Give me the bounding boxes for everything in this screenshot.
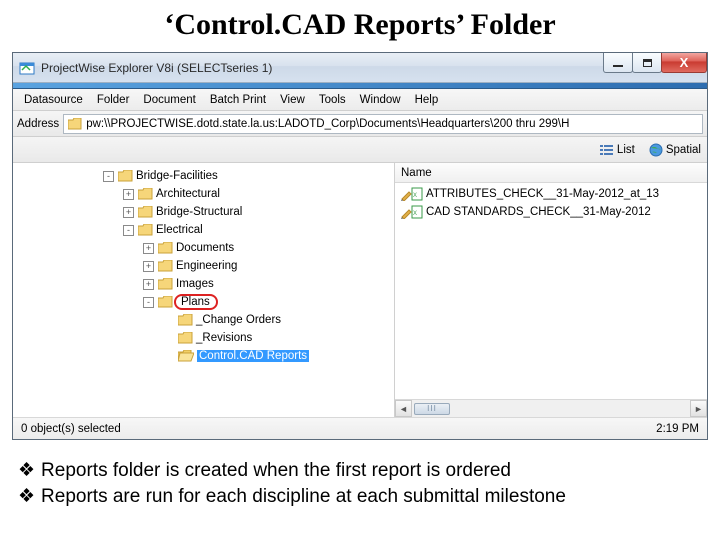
expander-icon[interactable]: + [143,243,154,254]
folder-icon [118,170,133,182]
file-icon: X [401,205,423,219]
file-list[interactable]: X ATTRIBUTES_CHECK__31-May-2012_at_13 X … [395,183,707,399]
tree-item-electrical[interactable]: Electrical [156,224,203,236]
expander-icon[interactable]: + [143,261,154,272]
tree-item-controlcad-reports[interactable]: Control.CAD Reports [197,350,309,362]
close-button[interactable]: X [661,53,707,73]
list-view-label: List [617,144,635,156]
app-window: ProjectWise Explorer V8i (SELECTseries 1… [12,52,708,440]
address-text: pw:\\PROJECTWISE.dotd.state.la.us:LADOTD… [86,118,569,130]
folder-icon [158,260,173,272]
menu-window[interactable]: Window [353,92,408,108]
tree-item-bridge-structural[interactable]: Bridge-Structural [156,206,242,218]
address-label: Address [17,118,59,130]
view-toolbar: List Spatial [13,137,707,163]
titlebar: ProjectWise Explorer V8i (SELECTseries 1… [13,53,707,83]
window-title: ProjectWise Explorer V8i (SELECTseries 1… [41,61,604,75]
status-text: 0 object(s) selected [21,423,121,435]
spatial-view-label: Spatial [666,144,701,156]
list-icon [600,144,614,156]
menubar: Datasource Folder Document Batch Print V… [13,89,707,111]
scroll-left-button[interactable]: ◄ [395,400,412,417]
app-icon [19,60,35,76]
list-item[interactable]: X CAD STANDARDS_CHECK__31-May-2012 [395,203,707,221]
list-item[interactable]: X ATTRIBUTES_CHECK__31-May-2012_at_13 [395,185,707,203]
file-name: CAD STANDARDS_CHECK__31-May-2012 [426,206,651,218]
folder-icon [138,188,153,200]
status-bar: 0 object(s) selected 2:19 PM [13,417,707,439]
expander-icon[interactable]: - [123,225,134,236]
folder-icon [158,296,173,308]
annotation-circle: Plans [174,294,218,310]
file-name: ATTRIBUTES_CHECK__31-May-2012_at_13 [426,188,659,200]
tree-item-revisions[interactable]: _Revisions [196,332,252,344]
folder-tree[interactable]: - Bridge-Facilities + Architectural + Bridg… [13,163,395,417]
expander-icon[interactable]: + [123,207,134,218]
tree-item-architectural[interactable]: Architectural [156,188,220,200]
slide-bullets: ❖Reports folder is created when the firs… [12,440,708,509]
file-icon: X [401,187,423,201]
bullet-icon: ❖ [18,458,35,484]
tree-item-bridge-facilities[interactable]: Bridge-Facilities [136,170,218,182]
folder-open-icon [178,350,194,362]
tree-leaf-icon [163,315,174,326]
address-bar: Address pw:\\PROJECTWISE.dotd.state.la.u… [13,111,707,137]
scroll-right-button[interactable]: ► [690,400,707,417]
tree-leaf-icon [163,333,174,344]
svg-text:X: X [413,193,417,199]
globe-icon [649,143,663,157]
folder-icon [158,278,173,290]
folder-icon [158,242,173,254]
menu-view[interactable]: View [273,92,312,108]
maximize-button[interactable] [632,53,662,73]
tree-item-engineering[interactable]: Engineering [176,260,237,272]
spatial-view-button[interactable]: Spatial [649,143,701,157]
folder-icon [68,118,82,130]
folder-icon [138,224,153,236]
scroll-thumb[interactable]: III [414,403,450,415]
column-header-name[interactable]: Name [395,163,707,183]
folder-icon [138,206,153,218]
menu-tools[interactable]: Tools [312,92,353,108]
menu-folder[interactable]: Folder [90,92,137,108]
expander-icon[interactable]: + [123,189,134,200]
expander-icon[interactable]: - [143,297,154,308]
bullet-icon: ❖ [18,484,35,510]
expander-icon[interactable]: + [143,279,154,290]
menu-datasource[interactable]: Datasource [17,92,90,108]
bullet-text: Reports folder is created when the first… [41,458,511,484]
expander-icon[interactable]: - [103,171,114,182]
minimize-button[interactable] [603,53,633,73]
slide-title: ‘Control.CAD Reports’ Folder [12,0,708,52]
status-time: 2:19 PM [656,423,699,435]
tree-item-plans[interactable]: Plans [181,296,210,308]
tree-leaf-icon [163,351,174,362]
menu-help[interactable]: Help [408,92,446,108]
svg-text:X: X [413,211,417,217]
tree-item-change-orders[interactable]: _Change Orders [196,314,281,326]
menu-document[interactable]: Document [136,92,202,108]
horizontal-scrollbar[interactable]: ◄ III ► [395,399,707,417]
address-input[interactable]: pw:\\PROJECTWISE.dotd.state.la.us:LADOTD… [63,114,703,134]
folder-icon [178,332,193,344]
tree-item-images[interactable]: Images [176,278,214,290]
list-view-button[interactable]: List [600,144,635,156]
folder-icon [178,314,193,326]
tree-item-documents[interactable]: Documents [176,242,234,254]
menu-batch-print[interactable]: Batch Print [203,92,273,108]
bullet-text: Reports are run for each discipline at e… [41,484,566,510]
file-list-pane: Name X ATTRIBUTES_CHECK__31-May-2012_at_… [395,163,707,417]
